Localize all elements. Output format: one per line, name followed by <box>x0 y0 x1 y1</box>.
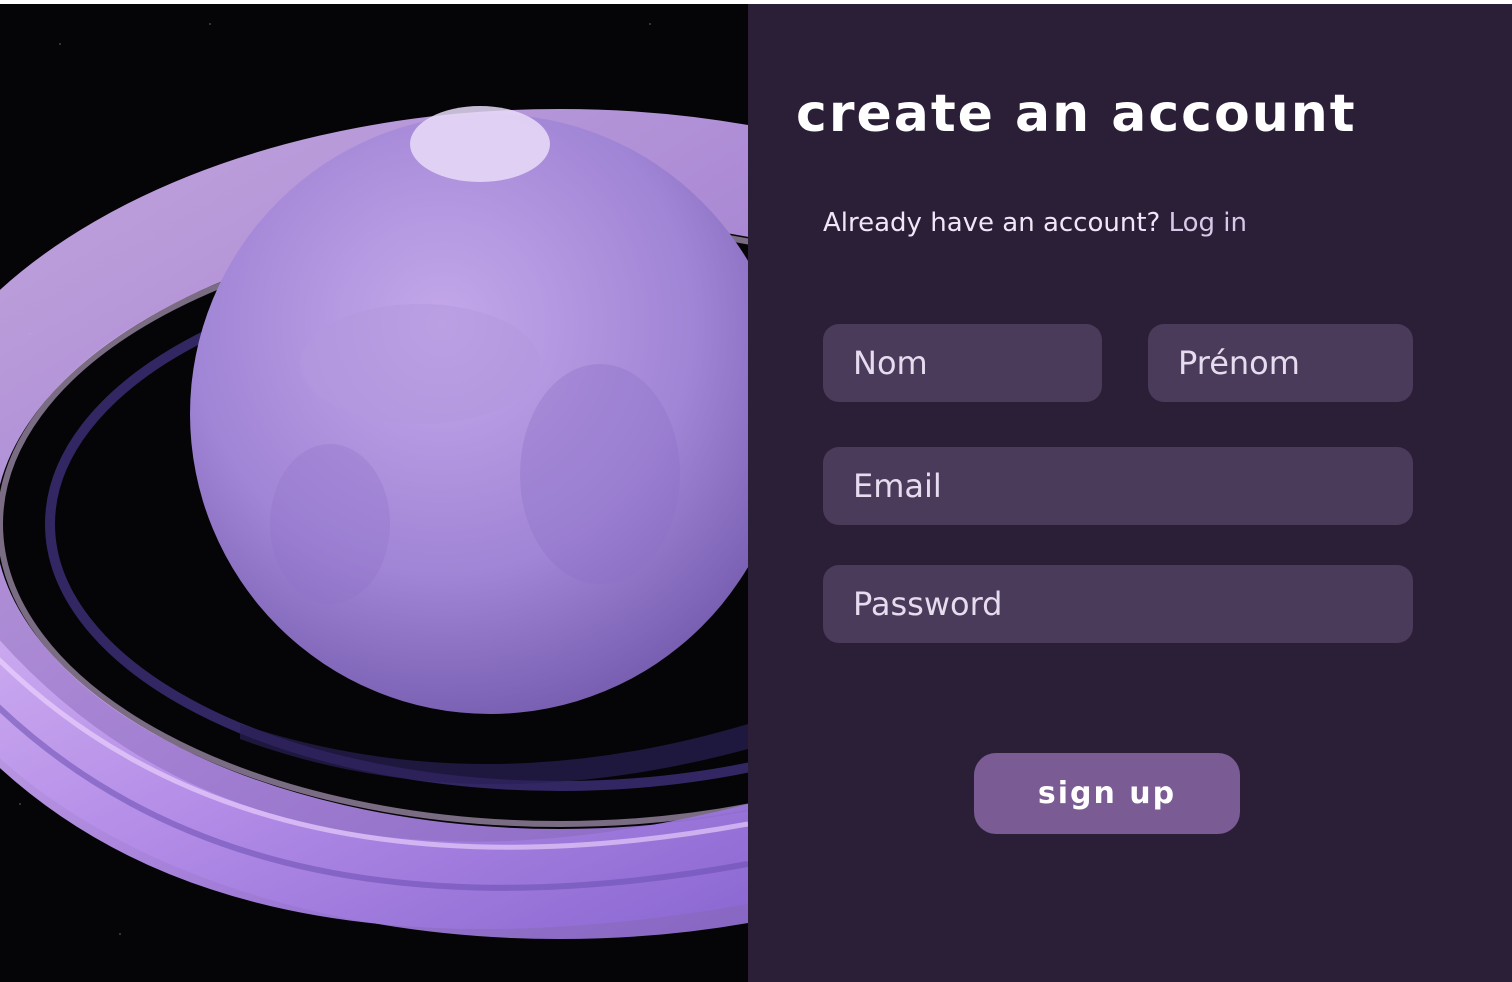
sign-up-button[interactable]: sign up <box>974 753 1240 834</box>
login-prompt-text: Already have an account? <box>823 208 1161 238</box>
nom-field[interactable] <box>823 324 1102 402</box>
page-title: create an account <box>796 84 1357 144</box>
login-prompt: Already have an account? Log in <box>823 208 1247 238</box>
email-field[interactable] <box>823 447 1413 525</box>
planet-hero-image <box>0 4 748 982</box>
prenom-field[interactable] <box>1148 324 1413 402</box>
login-link[interactable]: Log in <box>1169 208 1247 238</box>
signup-panel: create an account Already have an accoun… <box>748 4 1512 982</box>
signup-screen: create an account Already have an accoun… <box>0 4 1512 982</box>
password-field[interactable] <box>823 565 1413 643</box>
